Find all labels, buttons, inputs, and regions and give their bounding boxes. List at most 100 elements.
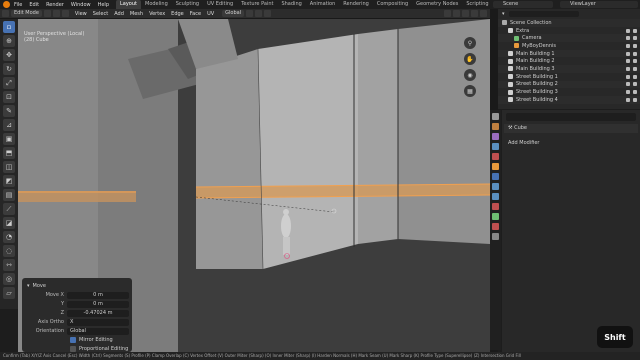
move-icon[interactable]: ✥ <box>3 49 15 61</box>
xray-icon[interactable] <box>453 10 460 17</box>
mode-selector[interactable]: Edit Mode <box>11 10 42 17</box>
menu-face[interactable]: Face <box>190 11 201 17</box>
tab-geometry-nodes[interactable]: Geometry Nodes <box>412 0 462 9</box>
tab-layout[interactable]: Layout <box>116 0 141 9</box>
navigation-gizmo[interactable]: ⚲ ✋ ◉ ▦ <box>454 33 486 113</box>
outliner-search[interactable] <box>508 11 579 17</box>
menu-add[interactable]: Add <box>114 11 124 17</box>
tab-shading[interactable]: Shading <box>277 0 305 9</box>
outliner-item[interactable]: Camera <box>498 34 640 43</box>
transform-icon[interactable]: ⊡ <box>3 91 15 103</box>
visibility-icons[interactable] <box>623 90 637 95</box>
menu-file[interactable]: File <box>14 2 22 8</box>
add-modifier-button[interactable]: Add Modifier <box>504 139 638 148</box>
rotate-icon[interactable]: ↻ <box>3 63 15 75</box>
pivot-icon[interactable] <box>246 10 254 17</box>
constraints-tab-icon[interactable] <box>492 203 499 210</box>
proportional-edit-icon[interactable] <box>264 10 272 17</box>
menu-help[interactable]: Help <box>98 2 109 8</box>
move-y-field[interactable]: 0 m <box>67 300 129 308</box>
menu-uv[interactable]: UV <box>207 11 214 17</box>
menu-mesh[interactable]: Mesh <box>130 11 143 17</box>
tab-sculpting[interactable]: Sculpting <box>172 0 203 9</box>
axis-ortho-select[interactable]: X <box>67 318 129 326</box>
outliner-item[interactable]: Street Building 4 <box>498 95 640 104</box>
outliner-item[interactable]: MyBoyDennis <box>498 42 640 50</box>
scene-selector[interactable]: Scene <box>493 1 553 8</box>
world-tab-icon[interactable] <box>492 153 499 160</box>
outliner-item[interactable]: Main Building 3 <box>498 65 640 73</box>
transform-orientation-selector[interactable]: Global <box>222 10 245 17</box>
add-cube-icon[interactable]: ▣ <box>3 133 15 145</box>
output-tab-icon[interactable] <box>492 133 499 140</box>
tab-texture-paint[interactable]: Texture Paint <box>237 0 277 9</box>
tab-animation[interactable]: Animation <box>306 0 340 9</box>
visibility-icons[interactable] <box>623 82 637 87</box>
texture-tab-icon[interactable] <box>492 233 499 240</box>
face-select-icon[interactable] <box>61 10 69 17</box>
tab-rendering[interactable]: Rendering <box>339 0 373 9</box>
visibility-icons[interactable] <box>623 59 637 64</box>
edge-slide-icon[interactable]: ⇿ <box>3 259 15 271</box>
visibility-icons[interactable] <box>623 43 637 48</box>
menu-select[interactable]: Select <box>93 11 108 17</box>
camera-view-icon[interactable]: ◉ <box>464 69 476 81</box>
menu-edge[interactable]: Edge <box>171 11 184 17</box>
visibility-icons[interactable] <box>623 36 637 41</box>
scale-icon[interactable]: ⤢ <box>3 77 15 89</box>
visibility-icons[interactable] <box>623 97 637 102</box>
menu-window[interactable]: Window <box>71 2 91 8</box>
move-x-field[interactable]: 0 m <box>67 291 129 299</box>
data-tab-icon[interactable] <box>492 213 499 220</box>
physics-tab-icon[interactable] <box>492 193 499 200</box>
edge-select-icon[interactable] <box>52 10 60 17</box>
outliner-item[interactable]: Street Building 1 <box>498 73 640 81</box>
visibility-icons[interactable] <box>623 66 637 71</box>
menu-render[interactable]: Render <box>46 2 64 8</box>
vertex-select-icon[interactable] <box>43 10 51 17</box>
mirror-editing-checkbox[interactable] <box>70 337 76 343</box>
snap-icon[interactable] <box>255 10 263 17</box>
outliner-item[interactable]: Street Building 2 <box>498 80 640 89</box>
knife-icon[interactable]: ⟋ <box>3 203 15 215</box>
tab-uv-editing[interactable]: UV Editing <box>203 0 237 9</box>
bevel-icon[interactable]: ◩ <box>3 175 15 187</box>
poly-build-icon[interactable]: ◪ <box>3 217 15 229</box>
select-box-icon[interactable]: ▫ <box>3 21 15 33</box>
move-z-field[interactable]: -0.47024 m <box>67 309 129 317</box>
properties-search[interactable] <box>506 113 636 121</box>
scene-tab-icon[interactable] <box>492 143 499 150</box>
scene-collection-row[interactable]: Scene Collection <box>498 19 640 27</box>
shading-material-icon[interactable] <box>471 10 478 17</box>
spin-icon[interactable]: ◔ <box>3 231 15 243</box>
op-panel-header[interactable]: ▾ Move <box>25 282 129 290</box>
object-tab-icon[interactable] <box>492 163 499 170</box>
filter-icon[interactable]: ▾ <box>502 11 505 17</box>
cursor-icon[interactable]: ⊕ <box>3 35 15 47</box>
shading-solid-icon[interactable] <box>462 10 469 17</box>
tab-scripting[interactable]: Scripting <box>462 0 492 9</box>
zoom-icon[interactable]: ⚲ <box>464 37 476 49</box>
mirror-editing-row[interactable]: Mirror Editing <box>25 336 129 344</box>
outliner-item[interactable]: Main Building 1 <box>498 49 640 58</box>
menu-edit[interactable]: Edit <box>29 2 39 8</box>
render-tab-icon[interactable] <box>492 123 499 130</box>
menu-vertex[interactable]: Vertex <box>149 11 165 17</box>
orientation-select[interactable]: Global <box>67 327 129 335</box>
blender-logo-icon[interactable] <box>3 1 10 8</box>
modifier-tab-icon[interactable] <box>492 173 499 180</box>
visibility-icons[interactable] <box>623 51 637 56</box>
editor-type-icon[interactable] <box>2 10 9 17</box>
smooth-icon[interactable]: ◌ <box>3 245 15 257</box>
overlays-icon[interactable] <box>444 10 451 17</box>
annotate-icon[interactable]: ✎ <box>3 105 15 117</box>
shrink-fatten-icon[interactable]: ◎ <box>3 273 15 285</box>
tool-tab-icon[interactable] <box>492 113 499 120</box>
menu-view[interactable]: View <box>75 11 87 17</box>
outliner-item[interactable]: Main Building 2 <box>498 57 640 65</box>
visibility-icons[interactable] <box>623 74 637 79</box>
outliner-item[interactable]: Street Building 3 <box>498 88 640 96</box>
pan-hand-icon[interactable]: ✋ <box>464 53 476 65</box>
loop-cut-icon[interactable]: ▤ <box>3 189 15 201</box>
inset-icon[interactable]: ◫ <box>3 161 15 173</box>
